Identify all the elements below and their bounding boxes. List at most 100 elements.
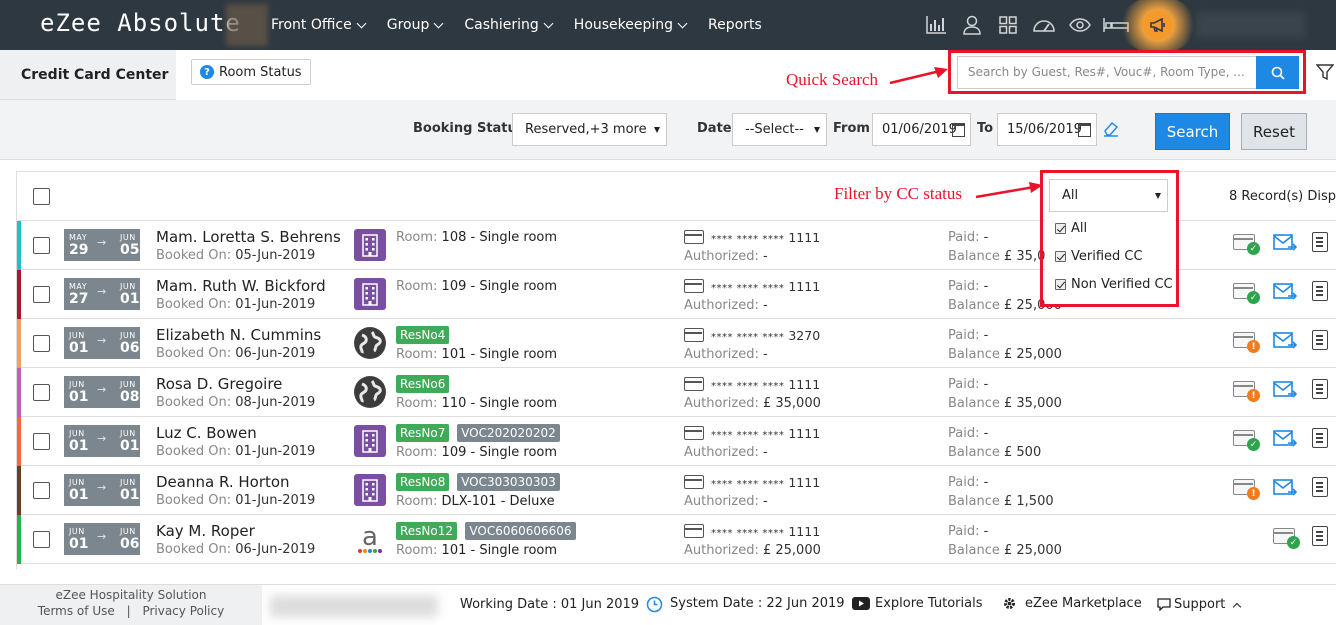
row-checkbox[interactable] — [33, 286, 50, 303]
menu-cashiering[interactable]: Cashiering — [464, 17, 554, 33]
app-logo[interactable]: eZee Absolute — [40, 9, 241, 37]
card-unverified-icon[interactable]: ! — [1233, 332, 1260, 353]
dashboard-icon[interactable] — [1026, 0, 1062, 50]
row-checkbox[interactable] — [33, 237, 50, 254]
marketplace-link[interactable]: eZee Marketplace — [1002, 596, 1142, 611]
authorized-label: Authorized: — [684, 445, 759, 460]
reservation-number-tag[interactable]: ResNo7 — [396, 424, 450, 442]
table-row[interactable]: JUN 01 → JUN 08 Rosa D. Gregoire Booked On: 08… — [17, 368, 1336, 417]
row-checkbox[interactable] — [33, 531, 50, 548]
room-info: Room: DLX-101 - Deluxe — [396, 494, 555, 509]
card-verified-icon[interactable]: ✓ — [1233, 283, 1260, 304]
to-date-input[interactable]: 15/06/2019 — [997, 113, 1097, 146]
chevron-down-icon — [356, 18, 367, 28]
guest-name[interactable]: Mam. Loretta S. Behrens — [156, 228, 341, 246]
card-unverified-icon[interactable]: ! — [1233, 381, 1260, 402]
guest-name[interactable]: Luz C. Bowen — [156, 424, 257, 442]
user-icon[interactable] — [954, 0, 990, 50]
paid-amount: Paid: - — [948, 426, 988, 441]
menu-reports[interactable]: Reports — [708, 17, 762, 33]
bar-chart-icon[interactable] — [918, 0, 954, 50]
room-status-button[interactable]: ? Room Status — [191, 59, 311, 85]
guest-name[interactable]: Elizabeth N. Cummins — [156, 326, 321, 344]
notes-icon[interactable] — [1312, 330, 1328, 350]
from-date-value: 01/06/2019 — [882, 122, 957, 137]
booked-on-date: 05-Jun-2019 — [235, 248, 316, 263]
clock-icon[interactable] — [646, 596, 663, 613]
grid-icon[interactable] — [990, 0, 1026, 50]
notes-icon[interactable] — [1312, 477, 1328, 497]
menu-housekeeping[interactable]: Housekeeping — [574, 17, 688, 33]
table-row[interactable]: JUN 01 → JUN 01 Luz C. Bowen Booked On: 01-Jun… — [17, 417, 1336, 466]
row-checkbox[interactable] — [33, 335, 50, 352]
send-mail-icon[interactable] — [1273, 234, 1298, 256]
voucher-tag[interactable]: VOC303030303 — [457, 473, 560, 491]
credit-card-icon — [684, 377, 704, 391]
menu-group[interactable]: Group — [387, 17, 444, 33]
card-verified-icon[interactable]: ✓ — [1233, 234, 1260, 255]
booked-on-label: Booked On: — [156, 248, 232, 263]
guest-name[interactable]: Kay M. Roper — [156, 522, 255, 540]
send-mail-icon[interactable] — [1273, 332, 1298, 354]
support-link[interactable]: Support — [1157, 597, 1242, 612]
explore-tutorials-link[interactable]: Explore Tutorials — [852, 596, 982, 611]
card-verified-icon[interactable]: ✓ — [1233, 430, 1260, 451]
eraser-icon[interactable] — [1102, 120, 1120, 138]
card-unverified-icon[interactable]: ! — [1233, 479, 1260, 500]
card-verified-icon[interactable]: ✓ — [1273, 528, 1300, 549]
reservation-number-tag[interactable]: ResNo6 — [396, 375, 450, 393]
status-stripe — [17, 270, 21, 319]
authorized-label: Authorized: — [684, 298, 759, 313]
search-button[interactable]: Search — [1155, 113, 1230, 150]
paid-value: - — [983, 328, 989, 343]
send-mail-icon[interactable] — [1273, 283, 1298, 305]
balance-value: £ 35,000 — [1004, 396, 1062, 411]
notes-icon[interactable] — [1312, 281, 1328, 301]
notes-icon[interactable] — [1312, 526, 1328, 546]
guest-name[interactable]: Mam. Ruth W. Bickford — [156, 277, 326, 295]
date-type-select[interactable]: --Select-- — [732, 113, 827, 146]
send-mail-icon[interactable] — [1273, 479, 1298, 501]
terms-link[interactable]: Terms of Use — [38, 604, 115, 618]
calendar-icon[interactable] — [952, 123, 965, 137]
arrival-month: JUN — [69, 478, 85, 487]
voucher-tag[interactable]: VOC202020202 — [457, 424, 560, 442]
table-row[interactable]: JUN 01 → JUN 01 Deanna R. Horton Booked On: 01… — [17, 466, 1336, 515]
select-all-checkbox[interactable] — [33, 188, 50, 205]
booking-status-select[interactable]: Reserved,+3 more — [512, 113, 667, 146]
guest-name[interactable]: Rosa D. Gregoire — [156, 375, 282, 393]
reservation-number-tag[interactable]: ResNo8 — [396, 473, 450, 491]
send-mail-icon[interactable] — [1273, 430, 1298, 452]
guest-name[interactable]: Deanna R. Horton — [156, 473, 290, 491]
row-checkbox[interactable] — [33, 482, 50, 499]
hotel-logo-blurred — [226, 4, 268, 46]
paid-value: - — [983, 230, 989, 245]
table-row[interactable]: JUN 01 → JUN 06 Kay M. Roper Booked On: 06-Jun… — [17, 515, 1336, 564]
notes-icon[interactable] — [1312, 379, 1328, 399]
send-mail-icon[interactable] — [1273, 381, 1298, 403]
notes-icon[interactable] — [1312, 232, 1328, 252]
menu-front-office[interactable]: Front Office — [271, 17, 367, 33]
eye-icon[interactable] — [1062, 0, 1098, 50]
paid-value: - — [983, 524, 989, 539]
reset-button[interactable]: Reset — [1241, 113, 1307, 150]
table-row[interactable]: JUN 01 → JUN 06 Elizabeth N. Cummins Booked On… — [17, 319, 1336, 368]
voucher-tag[interactable]: VOC6060606606 — [465, 522, 576, 540]
booked-on: Booked On: 06-Jun-2019 — [156, 542, 315, 557]
booked-on-date: 01-Jun-2019 — [235, 444, 316, 459]
privacy-link[interactable]: Privacy Policy — [142, 604, 224, 618]
stay-dates: JUN 01 → JUN 06 — [64, 327, 140, 359]
megaphone-icon[interactable] — [1143, 10, 1173, 40]
reservation-number-tag[interactable]: ResNo12 — [396, 522, 458, 540]
room-value: 101 - Single room — [441, 543, 558, 558]
reservation-number-tag[interactable]: ResNo4 — [396, 326, 450, 344]
filter-icon[interactable] — [1316, 63, 1334, 81]
row-checkbox[interactable] — [33, 384, 50, 401]
calendar-icon[interactable] — [1078, 123, 1091, 137]
notes-icon[interactable] — [1312, 428, 1328, 448]
from-date-input[interactable]: 01/06/2019 — [872, 113, 971, 146]
status-stripe — [17, 515, 21, 564]
card-mask: **** **** **** — [711, 283, 785, 294]
row-checkbox[interactable] — [33, 433, 50, 450]
svg-text:a: a — [362, 523, 378, 552]
